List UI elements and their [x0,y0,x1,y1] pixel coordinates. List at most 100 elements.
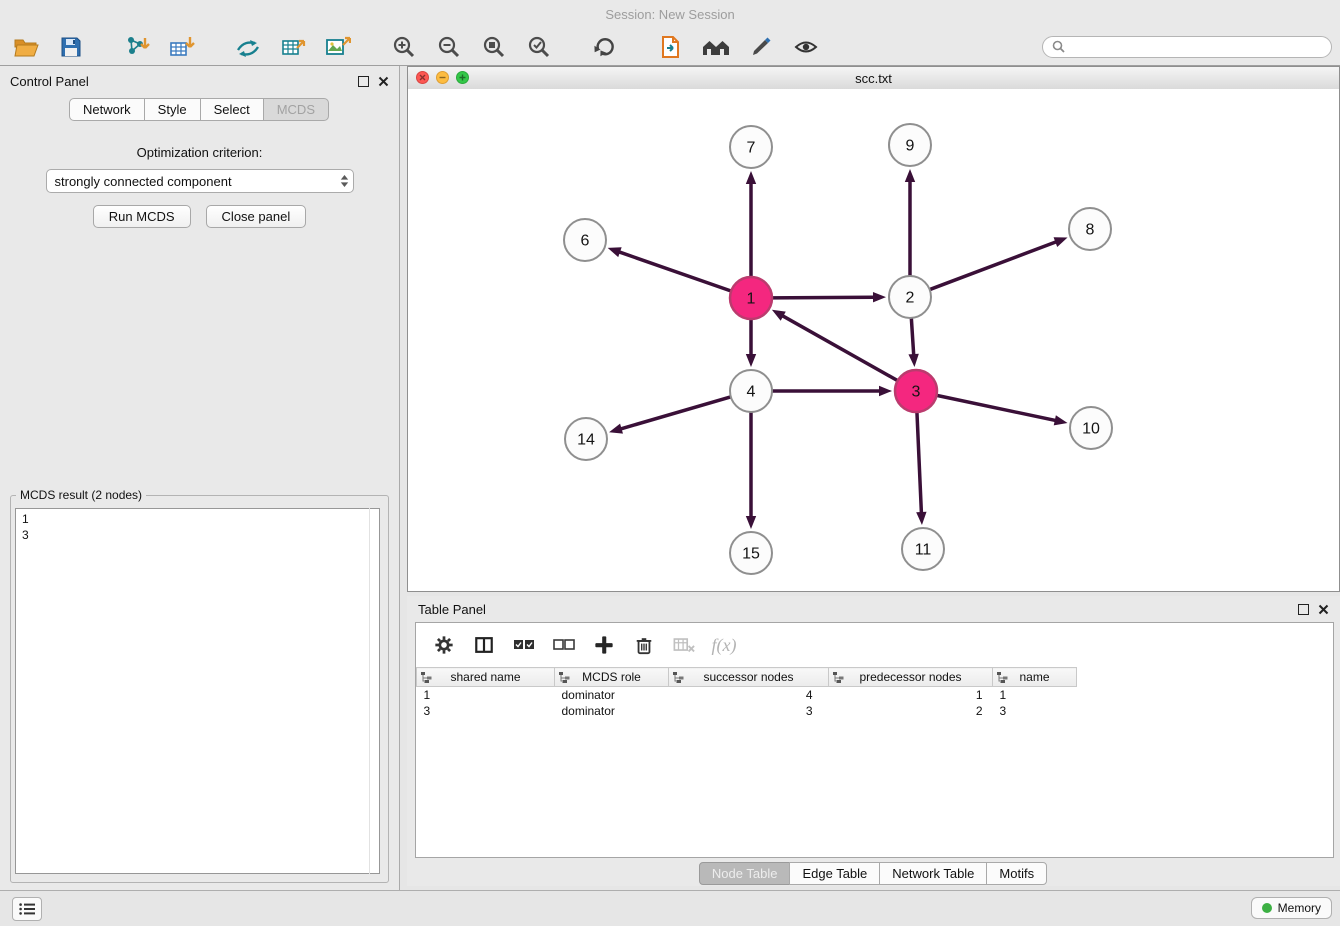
open-file-button[interactable] [8,32,44,62]
svg-text:11: 11 [915,542,932,559]
column-header-shared-name[interactable]: shared name [417,668,555,687]
graph-edge-3-10[interactable] [936,395,1055,420]
memory-button[interactable]: Memory [1251,897,1332,919]
graph-edge-3-11[interactable] [917,411,921,512]
import-network-button[interactable] [119,32,155,62]
deselect-all-button[interactable] [552,633,576,657]
graph-node-2[interactable]: 2 [889,276,931,318]
apply-style-icon [749,35,773,59]
control-panel-header: Control Panel [0,66,399,96]
tab-style[interactable]: Style [144,98,201,121]
zoom-out-button[interactable] [431,32,467,62]
zoom-in-button[interactable] [386,32,422,62]
tab-mcds[interactable]: MCDS [263,98,329,121]
function-builder-button[interactable]: f(x) [712,633,736,657]
export-image-icon [325,35,351,59]
minimize-window-button[interactable] [436,71,449,84]
maximize-window-button[interactable] [456,71,469,84]
table-row[interactable]: 1dominator411 [417,687,1334,704]
column-header-name[interactable]: name [993,668,1077,687]
select-stepper-icon [340,174,349,188]
network-graph[interactable]: 7 9 6 8 1 2 4 3 14 10 15 11 [408,89,1339,591]
optimization-criterion-select[interactable]: strongly connected component [46,169,354,193]
show-details-button[interactable] [788,32,824,62]
close-window-button[interactable] [416,71,429,84]
close-panel-icon[interactable] [378,76,389,87]
float-panel-icon[interactable] [358,76,369,87]
table-cell-filler [1077,687,1334,704]
export-image-button[interactable] [320,32,356,62]
tab-network-table[interactable]: Network Table [879,862,987,885]
home-overview-icon [701,36,731,58]
search-input[interactable] [1071,39,1322,55]
tab-node-table[interactable]: Node Table [699,862,791,885]
apply-style-button[interactable] [743,32,779,62]
refresh-button[interactable] [587,32,623,62]
save-session-button[interactable] [53,32,89,62]
add-column-button[interactable] [592,633,616,657]
table-cell: dominator [555,687,669,704]
graph-node-15[interactable]: 15 [730,532,772,574]
mcds-result-line: 3 [22,527,373,543]
graph-edge-1-6[interactable] [620,252,732,291]
column-sort-icon [559,672,570,683]
task-history-button[interactable] [12,897,42,921]
graph-node-11[interactable]: 11 [902,528,944,570]
network-canvas[interactable]: 7 9 6 8 1 2 4 3 14 10 15 11 [408,89,1339,591]
column-header-successor-nodes[interactable]: successor nodes [669,668,829,687]
graph-edge-2-3[interactable] [911,317,913,354]
close-table-panel-icon[interactable] [1318,604,1329,615]
refresh-icon [593,35,617,59]
table-cell: 3 [417,703,555,719]
import-table-button[interactable] [164,32,200,62]
graph-node-10[interactable]: 10 [1070,407,1112,449]
search-icon [1052,40,1065,53]
graph-node-6[interactable]: 6 [564,219,606,261]
delete-table-button[interactable] [672,633,696,657]
table-cell: 2 [829,703,993,719]
share-network-button[interactable] [230,32,266,62]
minimize-glyph-icon [439,74,446,81]
graph-node-1[interactable]: 1 [730,277,772,319]
delete-column-button[interactable] [632,633,656,657]
table-row[interactable]: 3dominator323 [417,703,1334,719]
table-cell: 1 [417,687,555,704]
column-header-predecessor-nodes[interactable]: predecessor nodes [829,668,993,687]
run-mcds-button[interactable]: Run MCDS [93,205,191,228]
zoom-selected-button[interactable] [521,32,557,62]
columns-icon [474,635,494,655]
tab-motifs[interactable]: Motifs [986,862,1047,885]
node-table: shared nameMCDS role successor nodes prede… [416,667,1333,719]
close-glyph-icon [419,74,426,81]
graph-node-4[interactable]: 4 [730,370,772,412]
export-table-button[interactable] [275,32,311,62]
graph-node-3[interactable]: 3 [895,370,937,412]
mcds-result-scrollbar[interactable] [369,508,380,874]
graph-edge-arrowhead [1054,237,1068,247]
graph-edge-3-1[interactable] [783,316,898,381]
column-header-label: name [1019,670,1049,684]
select-all-button[interactable] [512,633,536,657]
show-columns-button[interactable] [472,633,496,657]
graph-edge-2-8[interactable] [929,242,1056,290]
home-overview-button[interactable] [698,32,734,62]
column-header-label: successor nodes [703,670,793,684]
copy-document-button[interactable] [653,32,689,62]
mcds-result-line: 1 [22,511,373,527]
tab-edge-table[interactable]: Edge Table [789,862,880,885]
graph-edge-1-2[interactable] [771,297,873,298]
close-panel-button[interactable]: Close panel [206,205,307,228]
tab-network[interactable]: Network [69,98,145,121]
graph-node-9[interactable]: 9 [889,124,931,166]
graph-edge-4-14[interactable] [622,397,732,429]
column-header-mcds-role[interactable]: MCDS role [555,668,669,687]
float-table-panel-icon[interactable] [1298,604,1309,615]
graph-node-7[interactable]: 7 [730,126,772,168]
table-settings-button[interactable] [432,633,456,657]
select-all-icon [513,637,535,653]
tab-select[interactable]: Select [200,98,264,121]
svg-text:15: 15 [742,546,760,563]
graph-node-14[interactable]: 14 [565,418,607,460]
graph-node-8[interactable]: 8 [1069,208,1111,250]
zoom-fit-button[interactable] [476,32,512,62]
